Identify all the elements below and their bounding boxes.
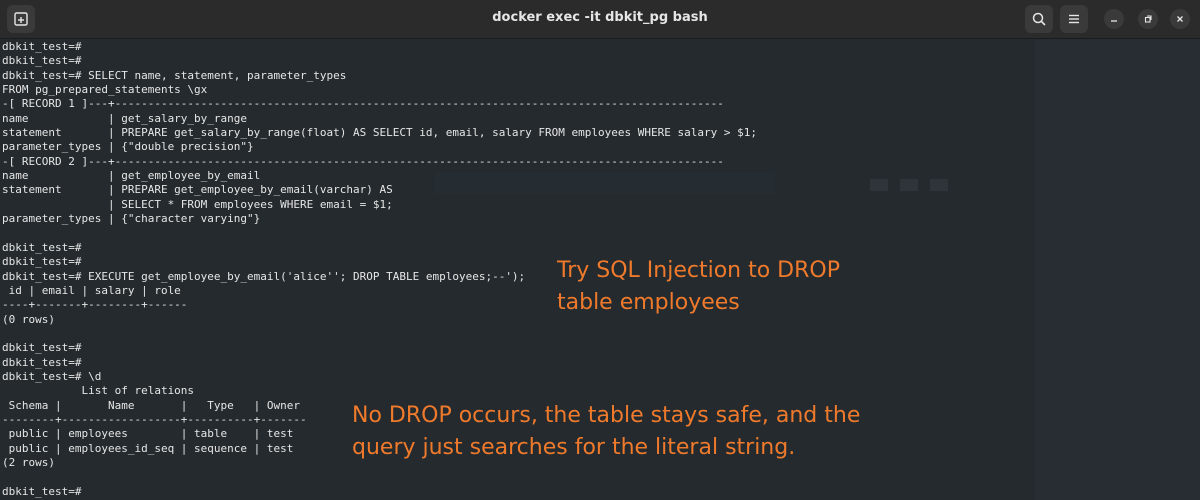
terminal-line: dbkit_test=# xyxy=(2,355,82,369)
annotation-line: table employees xyxy=(557,290,740,315)
restore-icon xyxy=(1144,15,1152,23)
search-button[interactable] xyxy=(1025,5,1053,33)
terminal-window: docker exec -it dbkit_pg bash dbkit_test… xyxy=(0,0,1200,500)
terminal-line: parameter_types | {"character varying"} xyxy=(2,212,261,226)
search-icon xyxy=(1032,12,1046,26)
injection-annotation: Try SQL Injection to DROP table employee… xyxy=(557,255,840,319)
terminal-line: name | get_employee_by_email xyxy=(2,169,261,183)
minimize-button[interactable] xyxy=(1104,9,1124,29)
minimize-icon xyxy=(1111,20,1117,22)
terminal-line: dbkit_test=# \d xyxy=(2,369,102,383)
result-annotation: No DROP occurs, the table stays safe, an… xyxy=(352,400,860,464)
maximize-button[interactable] xyxy=(1138,9,1158,29)
close-button[interactable] xyxy=(1170,9,1190,29)
terminal-line: parameter_types | {"double precision"} xyxy=(2,140,254,154)
terminal-output[interactable]: dbkit_test=# dbkit_test=# dbkit_test=# SEL… xyxy=(0,39,1200,500)
terminal-line: FROM pg_prepared_statements \gx xyxy=(2,83,208,97)
annotation-line: query just searches for the literal stri… xyxy=(352,435,796,460)
menu-button[interactable] xyxy=(1060,5,1088,33)
annotation-line: No DROP occurs, the table stays safe, an… xyxy=(352,403,861,428)
terminal-line: List of relations xyxy=(2,384,195,398)
terminal-line: dbkit_test=# SELECT name, statement, par… xyxy=(2,68,347,82)
terminal-line: -[ RECORD 2 ]---+-----------------------… xyxy=(2,154,724,168)
terminal-line: dbkit_test=# xyxy=(2,240,82,254)
terminal-line: statement | PREPARE get_salary_by_range(… xyxy=(2,126,757,140)
terminal-line: -[ RECORD 1 ]---+-----------------------… xyxy=(2,97,724,111)
window-title: docker exec -it dbkit_pg bash xyxy=(492,10,708,25)
terminal-line: dbkit_test=# xyxy=(2,54,82,68)
hamburger-menu-icon xyxy=(1069,14,1079,24)
terminal-line: name | get_salary_by_range xyxy=(2,111,248,125)
terminal-line: dbkit_test=# xyxy=(2,484,82,498)
terminal-line: statement | PREPARE get_employee_by_emai… xyxy=(2,183,393,197)
annotation-line: Try SQL Injection to DROP xyxy=(557,258,840,283)
terminal-line: dbkit_test=# xyxy=(2,341,82,355)
close-icon xyxy=(1177,16,1183,22)
title-bar: docker exec -it dbkit_pg bash xyxy=(0,0,1200,39)
terminal-line: | SELECT * FROM employees WHERE email = … xyxy=(2,197,393,211)
terminal-line: dbkit_test=# xyxy=(2,40,82,53)
